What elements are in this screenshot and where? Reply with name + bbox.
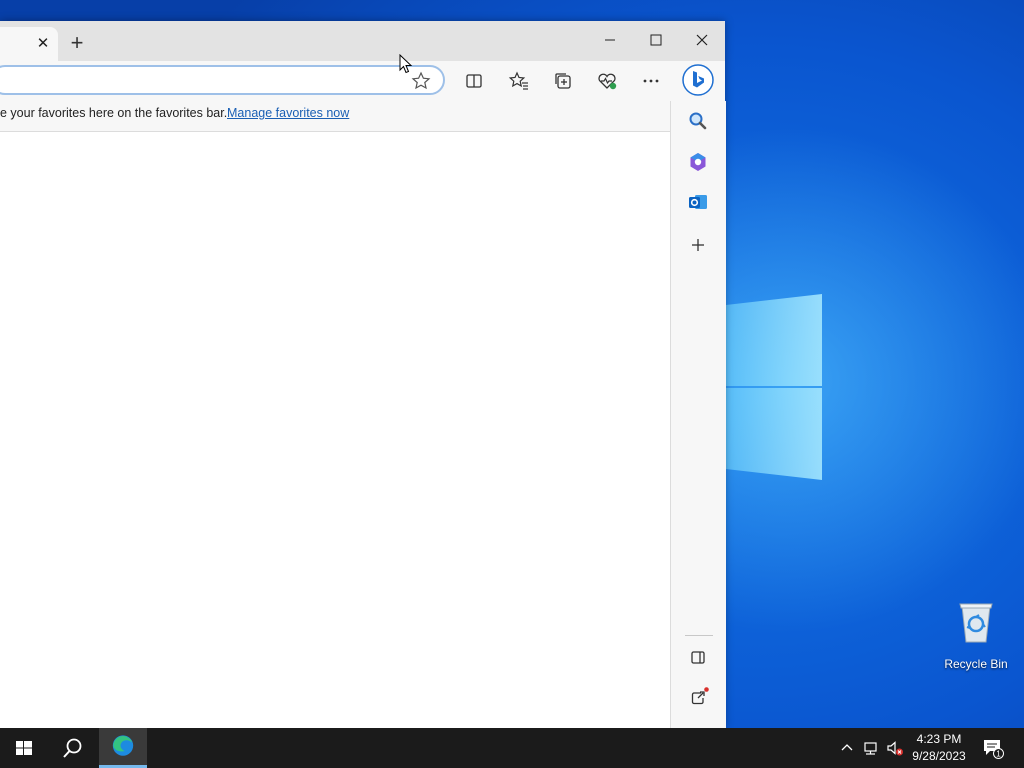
manage-favorites-link[interactable]: Manage favorites now [227,106,349,120]
notification-count: 1 [996,750,1001,759]
edge-browser-window: ✕ + e your favorites here on the favorit… [0,21,726,728]
desktop-icon-recycle-bin[interactable]: Recycle Bin [940,600,1012,671]
sidebar-divider [685,635,713,636]
microsoft-365-icon[interactable] [687,151,709,173]
outlook-icon[interactable] [687,191,709,213]
split-screen-icon[interactable] [462,69,486,93]
close-window-button[interactable] [688,29,716,51]
favorites-bar: e your favorites here on the favorites b… [0,101,670,132]
browser-toolbar [0,61,725,101]
new-tab-button[interactable]: + [66,32,88,55]
clock-time: 4:23 PM [916,732,962,746]
windows-logo-wallpaper [726,286,824,482]
recycle-bin-icon [959,603,993,643]
address-bar[interactable] [0,65,445,95]
close-tab-icon[interactable]: ✕ [34,35,52,53]
favorites-bar-message: e your favorites here on the favorites b… [0,106,228,120]
edge-sidebar [670,101,726,728]
title-bar: ✕ + [0,21,725,61]
collections-icon[interactable] [551,69,575,93]
hide-sidebar-icon[interactable] [687,647,709,669]
browser-tab[interactable]: ✕ [0,27,58,61]
volume-muted-icon[interactable] [886,739,904,757]
notification-center-icon[interactable]: 1 [982,737,1004,759]
minimize-button[interactable] [596,29,624,51]
add-app-icon[interactable] [687,234,709,256]
show-hidden-icons-icon[interactable] [838,739,856,757]
browser-essentials-icon[interactable] [595,69,619,93]
more-options-icon[interactable] [639,69,663,93]
taskbar-search-icon[interactable] [48,728,96,768]
start-button[interactable] [0,728,48,768]
add-favorite-star-icon[interactable] [411,71,431,91]
bing-copilot-icon[interactable] [682,64,714,96]
taskbar-edge-icon[interactable] [99,728,147,768]
taskbar-clock[interactable]: 4:23 PM 9/28/2023 [904,731,974,765]
taskbar: 4:23 PM 9/28/2023 1 [0,728,1024,768]
page-content[interactable] [0,132,670,728]
search-icon[interactable] [687,110,709,132]
mouse-cursor-icon [399,54,413,74]
maximize-button[interactable] [642,29,670,51]
favorites-icon[interactable] [507,69,531,93]
clock-date: 9/28/2023 [912,749,966,763]
network-icon[interactable] [862,739,880,757]
recycle-bin-label: Recycle Bin [944,657,1008,671]
open-external-icon[interactable] [687,687,709,709]
